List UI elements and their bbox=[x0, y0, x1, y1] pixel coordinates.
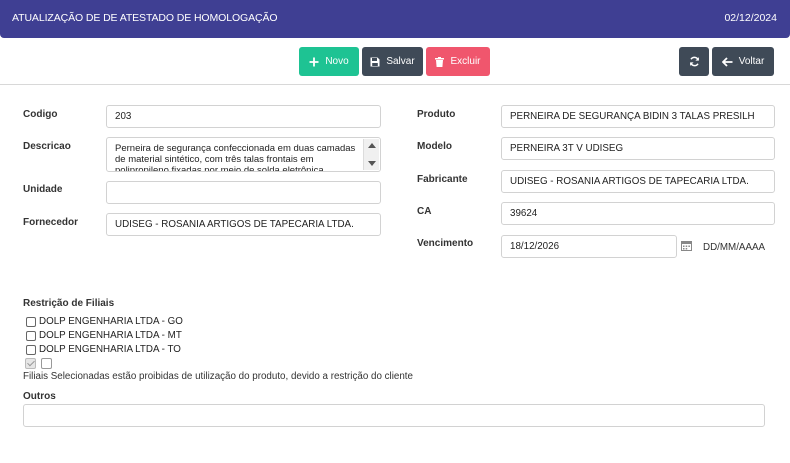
outros-field[interactable] bbox=[23, 404, 765, 427]
filial-to[interactable]: DOLP ENGENHARIA LTDA - TO bbox=[26, 344, 181, 355]
codigo-field[interactable]: 203 bbox=[106, 105, 381, 128]
calendar-icon[interactable] bbox=[681, 240, 692, 251]
descricao-textarea[interactable]: Perneira de segurança confeccionada em d… bbox=[106, 137, 381, 172]
filial-to-label: DOLP ENGENHARIA LTDA - TO bbox=[39, 344, 181, 355]
codigo-label: Codigo bbox=[23, 109, 58, 120]
unidade-field[interactable] bbox=[106, 181, 381, 204]
produto-field[interactable]: PERNEIRA DE SEGURANÇA BIDIN 3 TALAS PRES… bbox=[501, 105, 775, 128]
vencimento-label: Vencimento bbox=[417, 238, 474, 249]
fabricante-field[interactable]: UDISEG - ROSANIA ARTIGOS DE TAPECARIA LT… bbox=[501, 170, 775, 193]
ca-label: CA bbox=[417, 206, 432, 217]
descricao-scrollbar[interactable] bbox=[363, 139, 379, 170]
ca-field[interactable]: 39624 bbox=[501, 202, 775, 225]
trash-icon bbox=[435, 56, 445, 67]
salvar-button[interactable]: Salvar bbox=[362, 47, 423, 76]
filial-mt-label: DOLP ENGENHARIA LTDA - MT bbox=[39, 330, 182, 341]
filial-go-checkbox[interactable] bbox=[26, 316, 36, 327]
fornecedor-field[interactable]: UDISEG - ROSANIA ARTIGOS DE TAPECARIA LT… bbox=[106, 213, 381, 236]
modelo-field[interactable]: PERNEIRA 3T V UDISEG bbox=[501, 137, 775, 160]
unidade-label: Unidade bbox=[23, 184, 63, 195]
fabricante-label: Fabricante bbox=[417, 174, 468, 185]
refresh-icon bbox=[689, 56, 700, 67]
deselect-all-checkbox[interactable] bbox=[41, 358, 52, 369]
vencimento-field[interactable]: 18/12/2026 bbox=[501, 235, 677, 258]
modelo-label: Modelo bbox=[417, 141, 452, 152]
filial-mt[interactable]: DOLP ENGENHARIA LTDA - MT bbox=[26, 330, 182, 341]
filial-go[interactable]: DOLP ENGENHARIA LTDA - GO bbox=[26, 316, 183, 327]
novo-label: Novo bbox=[325, 56, 349, 67]
outros-label: Outros bbox=[23, 391, 56, 402]
header-date: 02/12/2024 bbox=[724, 12, 777, 24]
page-title: ATUALIZAÇÃO DE DE ATESTADO DE HOMOLOGAÇÃ… bbox=[12, 12, 278, 24]
restricao-note: Filiais Selecionadas estão proibidas de … bbox=[23, 371, 413, 382]
descricao-label: Descricao bbox=[23, 141, 71, 152]
salvar-label: Salvar bbox=[386, 56, 415, 67]
novo-button[interactable]: Novo bbox=[299, 47, 359, 76]
excluir-label: Excluir bbox=[450, 56, 481, 67]
page-header: ATUALIZAÇÃO DE DE ATESTADO DE HOMOLOGAÇÃ… bbox=[0, 0, 790, 38]
voltar-button[interactable]: Voltar bbox=[712, 47, 774, 76]
scroll-down-icon bbox=[368, 161, 376, 166]
produto-label: Produto bbox=[417, 109, 456, 120]
select-all-checkbox[interactable] bbox=[25, 358, 36, 369]
voltar-label: Voltar bbox=[738, 56, 765, 67]
date-format-hint: DD/MM/AAAA bbox=[703, 242, 766, 253]
toolbar-divider bbox=[0, 84, 790, 85]
save-icon bbox=[370, 57, 380, 67]
fornecedor-label: Fornecedor bbox=[23, 217, 79, 228]
filial-to-checkbox[interactable] bbox=[26, 344, 36, 355]
restricao-title: Restrição de Filiais bbox=[23, 298, 115, 309]
arrow-left-icon bbox=[721, 56, 733, 67]
plus-icon bbox=[309, 57, 319, 67]
filial-mt-checkbox[interactable] bbox=[26, 330, 36, 341]
scroll-up-icon bbox=[368, 143, 376, 148]
descricao-text: Perneira de segurança confeccionada em d… bbox=[115, 143, 356, 172]
filial-go-label: DOLP ENGENHARIA LTDA - GO bbox=[39, 316, 183, 327]
refresh-button[interactable] bbox=[679, 47, 709, 76]
excluir-button[interactable]: Excluir bbox=[426, 47, 490, 76]
